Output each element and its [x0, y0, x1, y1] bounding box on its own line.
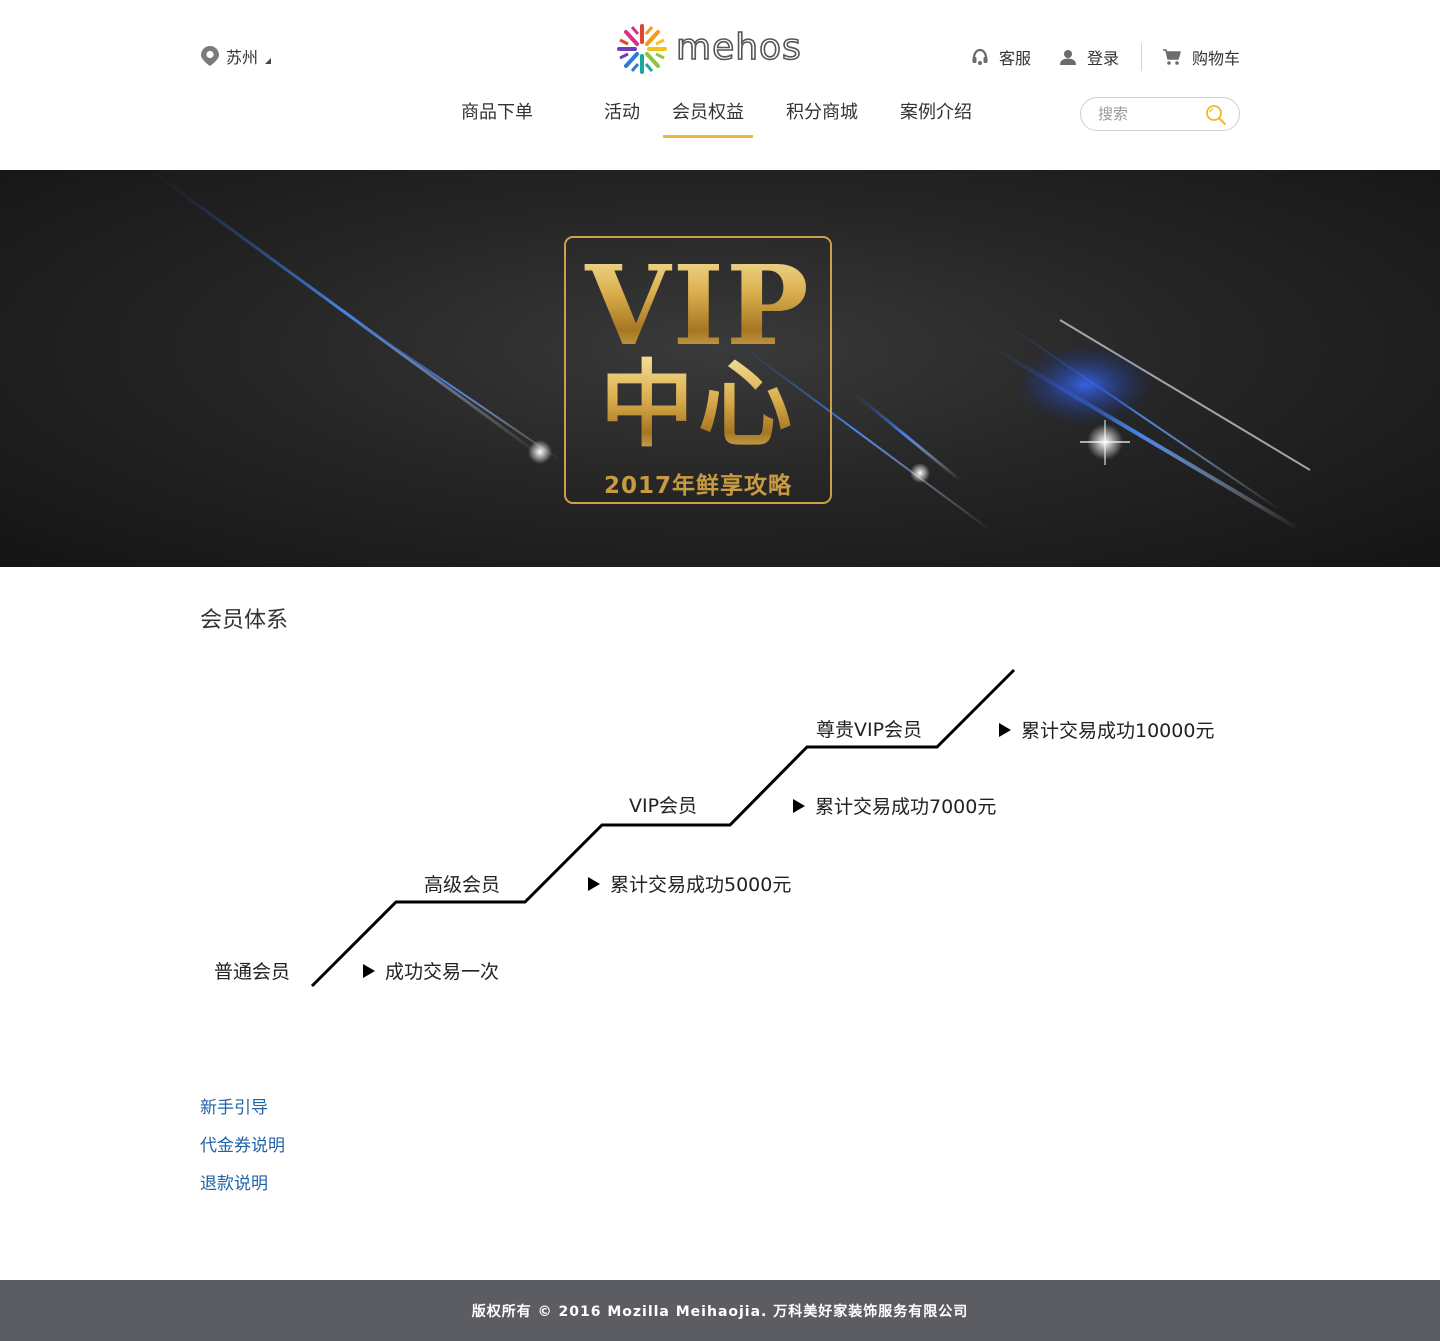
- nav-item-order[interactable]: 商品下单: [446, 86, 548, 138]
- copyright-text: 版权所有 © 2016 Mozilla Meihaojia. 万科美好家装饰服务…: [471, 1303, 969, 1320]
- link-voucher-info[interactable]: 代金券说明: [200, 1132, 285, 1170]
- triangle-right-icon: [999, 722, 1011, 737]
- member-level-stairs: 普通会员 成功交易一次 高级会员 累计交易成功5000元 VIP会员 累计交易成…: [200, 660, 1240, 1000]
- link-beginner-guide[interactable]: 新手引导: [200, 1094, 285, 1132]
- level-condition-text: 成功交易一次: [385, 961, 500, 983]
- section-title: 会员体系: [200, 608, 289, 633]
- cart-label: 购物车: [1191, 49, 1240, 68]
- triangle-right-icon: [588, 876, 600, 891]
- user-icon: [1059, 50, 1076, 65]
- nav-item-activity[interactable]: 活动: [548, 86, 672, 138]
- search-icon[interactable]: [1205, 104, 1227, 126]
- location-selector[interactable]: 苏州: [200, 44, 272, 68]
- triangle-right-icon: [363, 963, 375, 978]
- customer-service-link[interactable]: 客服: [971, 45, 1031, 69]
- dropdown-caret-icon: [265, 58, 272, 64]
- level-condition-text: 累计交易成功10000元: [1021, 720, 1215, 742]
- level-condition: 累计交易成功10000元: [999, 716, 1214, 743]
- login-link[interactable]: 登录: [1059, 45, 1119, 69]
- level-name: 高级会员: [424, 874, 501, 896]
- help-links: 新手引导 代金券说明 退款说明: [200, 1094, 285, 1208]
- vip-title-cn: 中心: [566, 350, 830, 460]
- logo-wordmark: mehos: [676, 27, 802, 68]
- customer-service-label: 客服: [998, 49, 1031, 68]
- cart-icon: [1162, 49, 1181, 65]
- level-name: 普通会员: [214, 961, 291, 983]
- location-pin-icon: [201, 46, 219, 66]
- triangle-right-icon: [793, 798, 805, 813]
- nav-item-cases[interactable]: 案例介绍: [900, 86, 972, 138]
- main-nav: 商品下单 活动 会员权益 积分商城 案例介绍: [446, 86, 972, 140]
- vip-subtitle: 2017年鲜享攻略: [603, 473, 792, 499]
- nav-item-member-benefits[interactable]: 会员权益: [663, 86, 753, 138]
- level-condition: 累计交易成功5000元: [588, 870, 791, 897]
- level-condition-text: 累计交易成功5000元: [610, 874, 792, 896]
- vip-badge: VIP 中心 2017年鲜享攻略: [564, 236, 832, 504]
- location-city: 苏州: [226, 48, 259, 67]
- level-condition-text: 累计交易成功7000元: [815, 796, 997, 818]
- search-box: [1080, 97, 1240, 131]
- level-condition: 累计交易成功7000元: [793, 792, 996, 819]
- vip-banner: VIP 中心 2017年鲜享攻略: [0, 170, 1440, 567]
- vip-title-en: VIP: [566, 246, 830, 366]
- nav-item-points-mall[interactable]: 积分商城: [786, 86, 858, 138]
- level-name: 尊贵VIP会员: [816, 719, 923, 741]
- top-links: 客服 登录 购物车: [971, 42, 1240, 72]
- mehos-logo[interactable]: mehos: [616, 22, 826, 78]
- site-footer: 版权所有 © 2016 Mozilla Meihaojia. 万科美好家装饰服务…: [0, 1280, 1440, 1341]
- divider: [1140, 43, 1142, 71]
- search-input[interactable]: [1098, 105, 1198, 123]
- site-header: 苏州 mehos 客服 登录 购物车 商品下单 活动 会员权益 积分商城 案例介…: [0, 0, 1440, 170]
- level-name: VIP会员: [629, 795, 698, 817]
- cart-link[interactable]: 购物车: [1162, 45, 1240, 69]
- stair-line: [310, 668, 1016, 988]
- link-refund-info[interactable]: 退款说明: [200, 1170, 285, 1208]
- login-label: 登录: [1086, 49, 1119, 68]
- headset-icon: [972, 48, 988, 65]
- level-condition: 成功交易一次: [363, 957, 499, 984]
